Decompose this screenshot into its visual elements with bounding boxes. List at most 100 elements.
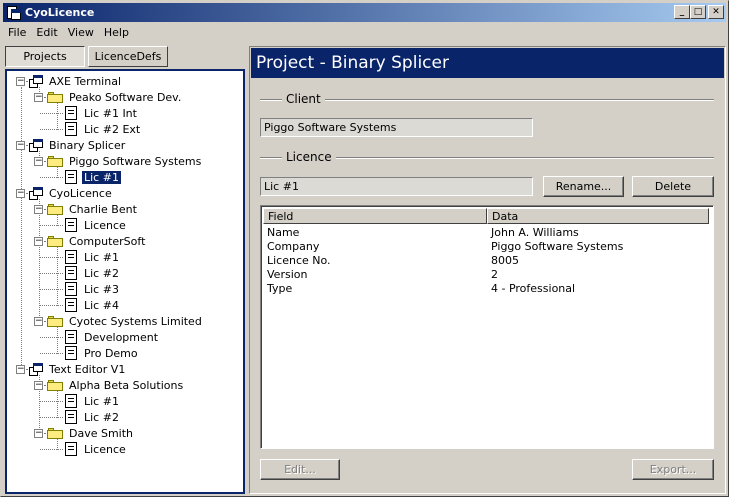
tree-node-folder[interactable]: Alpha Beta Solutions	[47, 377, 185, 393]
tab-licencedefs[interactable]: LicenceDefs	[88, 46, 168, 67]
licence-details-list[interactable]: Field Data Name John A. Williams Company Pi…	[260, 205, 714, 449]
list-item[interactable]: Type 4 - Professional	[267, 282, 575, 296]
tree-expander-icon[interactable]: −	[16, 189, 25, 198]
project-tree[interactable]: − AXE Terminal − Peako Software Dev. Lic #1 …	[5, 69, 245, 494]
menu-view[interactable]: View	[63, 26, 99, 39]
tree-expander-icon[interactable]: −	[34, 429, 43, 438]
tree-node-label: Binary Splicer	[49, 138, 126, 152]
tree-node-label: Dave Smith	[69, 426, 134, 440]
folder-icon	[47, 427, 63, 439]
tree-node-doc[interactable]: Lic #2	[65, 409, 121, 425]
tree-node-label: Lic #2 Ext	[84, 122, 141, 136]
list-item[interactable]: Name John A. Williams	[267, 226, 579, 240]
client-label: Client	[282, 92, 325, 106]
tab-projects[interactable]: Projects	[5, 46, 85, 67]
rename-button[interactable]: Rename...	[543, 176, 624, 197]
tree-node-folder[interactable]: ComputerSoft	[47, 233, 147, 249]
menu-edit[interactable]: Edit	[31, 26, 62, 39]
tree-node-label: Lic #2	[84, 266, 119, 280]
column-header-data[interactable]: Data	[487, 208, 709, 224]
tree-node-label: Piggo Software Systems	[69, 154, 202, 168]
document-icon	[65, 170, 77, 184]
tree-node-doc[interactable]: Lic #1 Int	[65, 105, 139, 121]
column-header-field[interactable]: Field	[263, 208, 487, 224]
tree-node-label: CyoLicence	[49, 186, 112, 200]
tree-node-project[interactable]: CyoLicence	[29, 185, 114, 201]
tree-connector	[21, 87, 22, 365]
menu-help[interactable]: Help	[99, 26, 134, 39]
tree-node-doc[interactable]: Lic #1	[65, 169, 122, 185]
document-icon	[65, 330, 77, 344]
tree-connector	[40, 353, 63, 354]
client-field: Piggo Software Systems	[260, 118, 533, 137]
tree-node-folder[interactable]: Piggo Software Systems	[47, 153, 203, 169]
data-cell: 2	[491, 268, 498, 281]
tree-node-doc[interactable]: Lic #2	[65, 265, 121, 281]
export-button[interactable]: Export...	[632, 459, 714, 480]
tree-node-folder[interactable]: Charlie Bent	[47, 201, 139, 217]
tree-node-doc[interactable]: Licence	[65, 217, 128, 233]
tree-node-doc[interactable]: Licence	[65, 441, 128, 457]
tree-expander-icon[interactable]: −	[34, 381, 43, 390]
delete-button[interactable]: Delete	[632, 176, 714, 197]
project-icon	[29, 186, 43, 200]
tree-expander-icon[interactable]: −	[34, 317, 43, 326]
app-icon[interactable]	[6, 5, 22, 21]
tree-expander-icon[interactable]: −	[34, 157, 43, 166]
tree-node-doc[interactable]: Development	[65, 329, 160, 345]
tree-connector	[40, 129, 63, 130]
tree-connector	[40, 289, 63, 290]
tree-node-folder[interactable]: Cyotec Systems Limited	[47, 313, 204, 329]
edit-button[interactable]: Edit...	[260, 459, 340, 480]
maximize-button[interactable]: □	[690, 5, 706, 19]
project-panel: Project - Binary Splicer Client Piggo So…	[249, 46, 726, 494]
tree-node-label: Lic #1	[84, 394, 119, 408]
tree-node-doc[interactable]: Lic #3	[65, 281, 121, 297]
tree-node-doc[interactable]: Lic #1	[65, 249, 121, 265]
tree-node-project[interactable]: Binary Splicer	[29, 137, 127, 153]
close-button[interactable]: ✕	[708, 5, 724, 19]
panel-header: Project - Binary Splicer	[251, 48, 724, 78]
field-cell: Name	[267, 226, 300, 239]
tree-node-label: ComputerSoft	[69, 234, 146, 248]
data-cell: 8005	[491, 254, 519, 267]
document-icon	[65, 266, 77, 280]
list-item[interactable]: Version 2	[267, 268, 498, 282]
tree-node-label: Development	[84, 330, 159, 344]
tree-expander-icon[interactable]: −	[34, 93, 43, 102]
tree-node-project[interactable]: Text Editor V1	[29, 361, 127, 377]
tree-node-label: Pro Demo	[84, 346, 138, 360]
tree-node-doc[interactable]: Lic #4	[65, 297, 121, 313]
tree-node-label: Lic #2	[84, 410, 119, 424]
tree-node-folder[interactable]: Dave Smith	[47, 425, 135, 441]
tree-node-doc[interactable]: Lic #1	[65, 393, 121, 409]
document-icon	[65, 410, 77, 424]
tree-connector	[40, 257, 63, 258]
list-item[interactable]: Company Piggo Software Systems	[267, 240, 623, 254]
tree-expander-icon[interactable]: −	[34, 205, 43, 214]
tree-connector	[57, 247, 58, 306]
tree-node-doc[interactable]: Lic #2 Ext	[65, 121, 142, 137]
tree-node-folder[interactable]: Peako Software Dev.	[47, 89, 183, 105]
folder-icon	[47, 315, 63, 327]
title-bar[interactable]: CyoLicence _ □ ✕	[3, 3, 726, 22]
menu-file[interactable]: File	[3, 26, 31, 39]
document-icon	[65, 250, 77, 264]
tree-connector	[40, 401, 63, 402]
project-icon	[29, 138, 43, 152]
tree-node-project[interactable]: AXE Terminal	[29, 73, 123, 89]
document-icon	[65, 106, 77, 120]
menu-bar: File Edit View Help	[3, 23, 134, 42]
tree-expander-icon[interactable]: −	[34, 237, 43, 246]
tree-node-doc[interactable]: Pro Demo	[65, 345, 140, 361]
tree-node-label: Peako Software Dev.	[69, 90, 182, 104]
tree-expander-icon[interactable]: −	[16, 141, 25, 150]
list-item[interactable]: Licence No. 8005	[267, 254, 519, 268]
field-cell: Licence No.	[267, 254, 331, 267]
tree-expander-icon[interactable]: −	[16, 77, 25, 86]
field-cell: Type	[267, 282, 293, 295]
tree-connector	[39, 199, 40, 322]
document-icon	[65, 346, 77, 360]
minimize-button[interactable]: _	[674, 5, 690, 19]
tree-expander-icon[interactable]: −	[16, 365, 25, 374]
